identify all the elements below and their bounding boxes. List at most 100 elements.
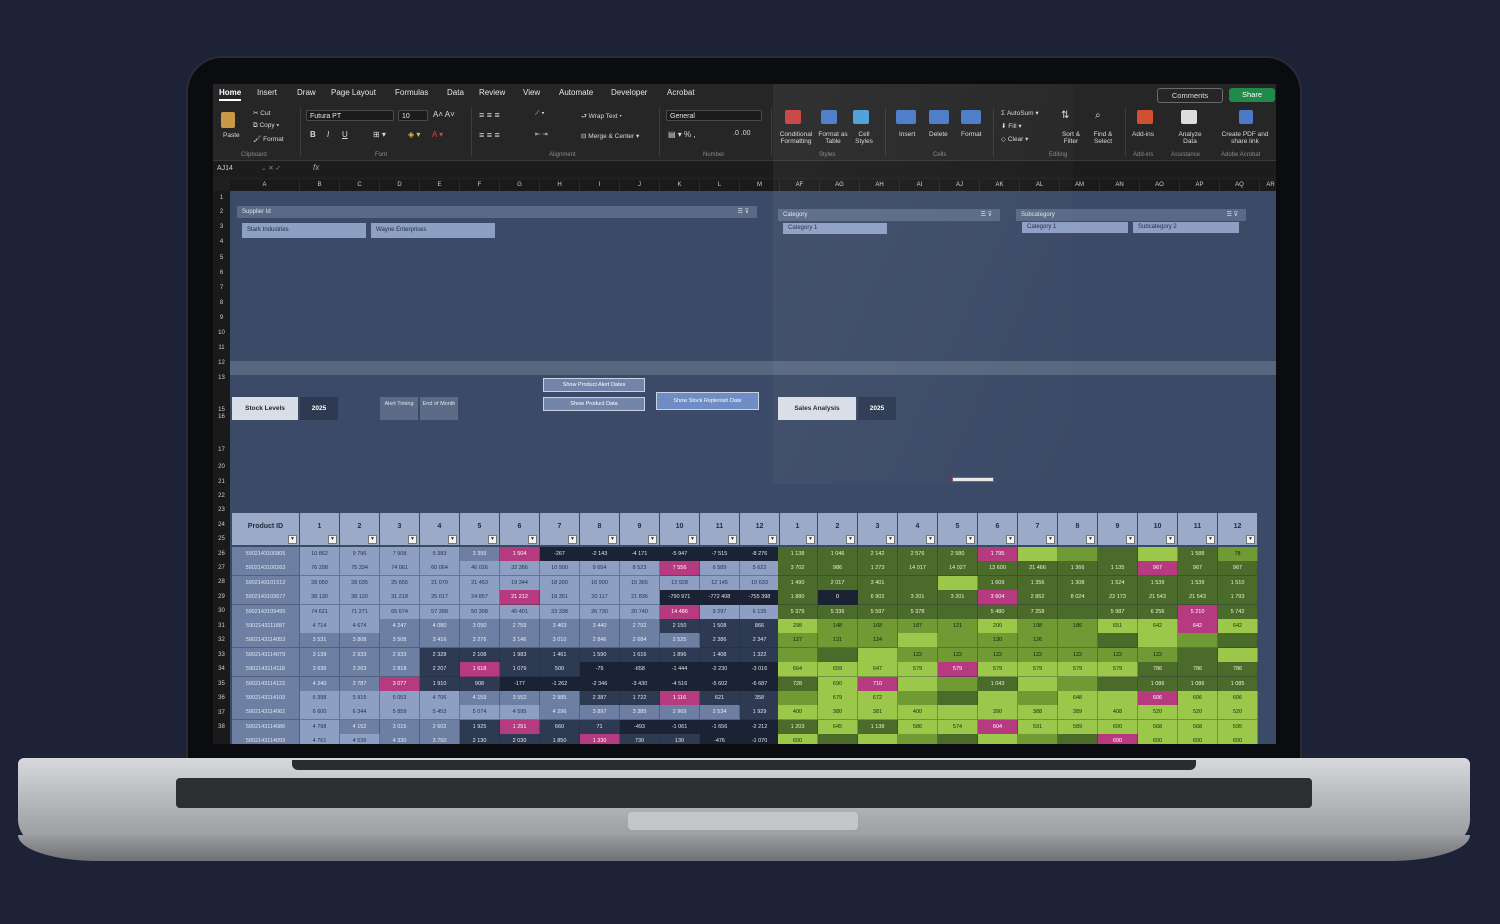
stock-cell[interactable]: 3 077 [380, 676, 420, 692]
stock-cell[interactable]: -7 515 [700, 547, 740, 562]
filter-dropdown-icon[interactable]: ▼ [328, 535, 337, 544]
fill-button[interactable]: ⬇ Fill ▾ [1001, 122, 1022, 130]
orientation-button[interactable]: ⟋ ▾ [535, 110, 545, 118]
stock-cell[interactable]: 1 330 [580, 734, 620, 744]
stock-cell[interactable]: 6 344 [340, 705, 380, 721]
stock-cell[interactable]: 6 135 [740, 604, 780, 620]
stock-cell[interactable]: 2 985 [540, 691, 580, 706]
sales-cell[interactable]: 5 742 [1218, 604, 1258, 620]
stock-cell[interactable]: 25 017 [420, 590, 460, 606]
sales-cell[interactable]: 21 543 [1138, 590, 1178, 606]
stock-cell[interactable]: 50 308 [460, 604, 500, 620]
stock-cell[interactable]: 75 334 [340, 561, 380, 577]
row-header[interactable]: 30 [213, 608, 230, 614]
product-id-cell[interactable]: 5902143114093 [232, 734, 300, 744]
stock-cell[interactable]: 3 636 [300, 662, 340, 678]
sales-cell[interactable]: 200 [978, 619, 1018, 634]
conditional-formatting-button[interactable]: Conditional Formatting [776, 131, 816, 145]
sales-cell[interactable]: 606 [1218, 691, 1258, 706]
sales-cell[interactable]: 600 [1098, 734, 1138, 744]
sales-cell[interactable]: 600 [1098, 719, 1138, 735]
product-id-cell[interactable]: 5902143114079 [232, 647, 300, 663]
filter-dropdown-icon[interactable]: ▼ [768, 535, 777, 544]
row-header[interactable]: 11 [213, 345, 230, 351]
stock-cell[interactable]: 32 386 [500, 561, 540, 577]
column-header[interactable]: AR [1260, 180, 1276, 191]
row-header[interactable]: 4 [213, 239, 230, 245]
sales-cell[interactable]: 1 366 [1058, 561, 1098, 577]
stock-cell[interactable]: -1 070 [740, 734, 780, 744]
stock-cell[interactable]: 3 508 [380, 633, 420, 649]
sort-filter-button[interactable]: Sort & Filter [1059, 131, 1083, 145]
stock-cell[interactable]: 5 074 [460, 705, 500, 721]
stock-cell[interactable]: 21 079 [420, 575, 460, 591]
filter-dropdown-icon[interactable]: ▼ [368, 535, 377, 544]
stock-cell[interactable]: 2 207 [420, 662, 460, 678]
tab-review[interactable]: Review [479, 88, 505, 97]
row-header[interactable]: 29 [213, 594, 230, 600]
stock-cell[interactable]: 3 808 [340, 633, 380, 649]
sales-cell[interactable] [1218, 647, 1258, 663]
sales-cell[interactable]: 659 [818, 662, 858, 678]
row-header[interactable]: 32 [213, 637, 230, 643]
stock-cell[interactable]: 2 792 [620, 619, 660, 634]
column-header[interactable]: A [230, 180, 300, 191]
sales-cell[interactable] [858, 734, 898, 744]
format-as-table-icon[interactable] [821, 110, 837, 124]
stock-cell[interactable]: 2 759 [500, 619, 540, 634]
sales-cell[interactable]: 1 086 [1178, 676, 1218, 692]
stock-cell[interactable]: 5 859 [380, 705, 420, 721]
format-cells-icon[interactable] [961, 110, 981, 124]
stock-cell[interactable]: 6 589 [700, 561, 740, 577]
format-button[interactable]: Format [961, 131, 982, 138]
sales-cell[interactable]: 586 [898, 719, 938, 735]
slicer-item-category-1[interactable]: Category 1 [783, 223, 887, 234]
stock-cell[interactable]: -8 276 [740, 547, 780, 562]
sales-cell[interactable]: 967 [1218, 561, 1258, 577]
wrap-text-button[interactable]: ⮐ Wrap Text ▾ [581, 112, 622, 123]
filter-dropdown-icon[interactable]: ▼ [528, 535, 537, 544]
stock-cell[interactable]: 40 401 [500, 604, 540, 620]
sales-cell[interactable]: 1 203 [778, 719, 818, 735]
sales-cell[interactable]: 679 [818, 691, 858, 706]
stock-cell[interactable]: 12 145 [700, 575, 740, 591]
sales-cell[interactable] [938, 604, 978, 620]
sales-cell[interactable]: 5 379 [778, 604, 818, 620]
stock-cell[interactable]: 3 010 [540, 633, 580, 649]
sales-cell[interactable]: 389 [1058, 705, 1098, 721]
stock-cell[interactable]: 6 600 [300, 705, 340, 721]
stock-cell[interactable]: 1 508 [700, 619, 740, 634]
font-name-select[interactable]: Futura PT [306, 110, 394, 121]
sales-cell[interactable]: 126 [1018, 633, 1058, 649]
stock-cell[interactable]: 5 622 [740, 561, 780, 577]
filter-dropdown-icon[interactable]: ▼ [1006, 535, 1015, 544]
slicer-filter-icon[interactable]: ☰ ⊽ [981, 209, 992, 221]
stock-cell[interactable]: -5 602 [700, 676, 740, 692]
sales-cell[interactable]: 2 862 [1018, 590, 1058, 606]
row-header[interactable]: 31 [213, 623, 230, 629]
sales-cell[interactable]: 5 480 [978, 604, 1018, 620]
fill-color-button[interactable]: ◈ ▾ [408, 130, 420, 139]
filter-dropdown-icon[interactable]: ▼ [846, 535, 855, 544]
sales-cell[interactable]: 710 [858, 676, 898, 692]
sales-cell[interactable] [938, 734, 978, 744]
sales-cell[interactable]: 728 [778, 676, 818, 692]
sales-cell[interactable] [1018, 547, 1058, 562]
sales-cell[interactable]: 604 [978, 719, 1018, 735]
find-select-button[interactable]: Find & Select [1090, 131, 1116, 145]
stock-cell[interactable]: -5 947 [660, 547, 700, 562]
sales-cell[interactable] [1218, 633, 1258, 649]
sales-cell[interactable]: 1 880 [778, 590, 818, 606]
stock-cell[interactable]: 3 416 [420, 633, 460, 649]
sales-cell[interactable]: 2 017 [818, 575, 858, 591]
sales-cell[interactable]: 642 [1138, 619, 1178, 634]
sales-cell[interactable]: 1 356 [1018, 575, 1058, 591]
stock-cell[interactable]: 2 386 [700, 633, 740, 649]
sales-cell[interactable] [898, 734, 938, 744]
stock-cell[interactable]: 38 120 [340, 590, 380, 606]
row-header[interactable]: 33 [213, 652, 230, 658]
sales-cell[interactable]: 642 [1178, 619, 1218, 634]
vertical-align-buttons[interactable]: ≡ ≡ ≡ [479, 110, 500, 120]
stock-cell[interactable]: -79 [580, 662, 620, 678]
stock-cell[interactable]: 1 079 [500, 662, 540, 678]
